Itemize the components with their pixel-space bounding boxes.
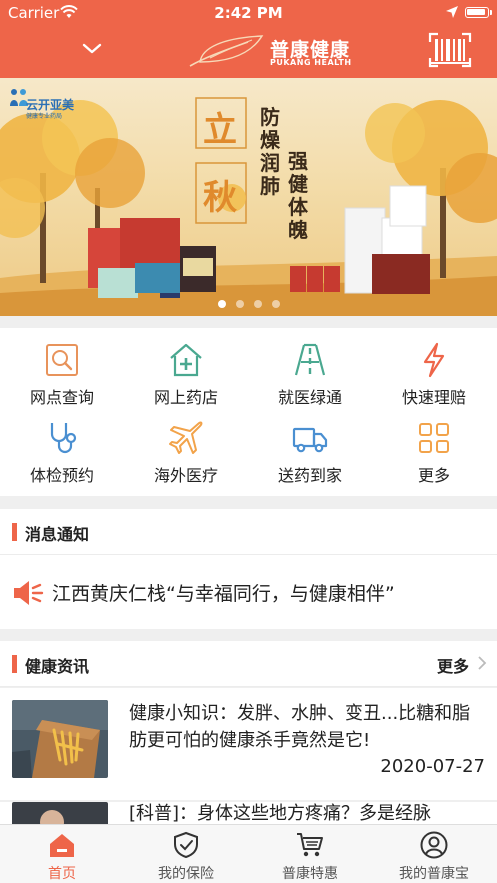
news-thumbnail: [12, 700, 108, 778]
truck-icon: [292, 427, 328, 453]
action-branch-query[interactable]: 网点查询: [0, 332, 124, 410]
action-label: 网上药店: [153, 388, 218, 407]
carousel-dot[interactable]: [235, 300, 244, 308]
banner-slogan-2: 强健体魄: [288, 149, 308, 242]
pharmacy-icon: [170, 343, 202, 377]
action-label: 送药到家: [277, 466, 342, 485]
battery-icon: [465, 7, 489, 18]
battery-cap: [490, 10, 492, 15]
news-section-title: 健康资讯: [25, 657, 90, 676]
action-label: 快速理赔: [401, 388, 466, 407]
tab-label: 我的普康宝: [399, 866, 469, 882]
action-medicine-delivery[interactable]: 送药到家: [248, 410, 372, 488]
news-item[interactable]: [科普]：身体这些地方疼痛？多是经脉: [0, 802, 497, 824]
chevron-down-icon[interactable]: [82, 40, 102, 58]
cart-icon: [297, 833, 323, 857]
section-accent-bar: [12, 523, 17, 541]
action-more[interactable]: 更多: [372, 410, 496, 488]
location-arrow-icon: [446, 6, 458, 18]
notice-section-header: 消息通知: [0, 509, 497, 555]
banner-logo-subtext: 健康专业药局: [26, 113, 63, 120]
brand-name-en: PuKang Health: [270, 58, 352, 67]
banner-theme-glyph: 立秋: [203, 110, 237, 218]
tab-label: 我的保险: [158, 866, 214, 882]
brand-leaf-logo: [189, 35, 264, 67]
tab-pukang-deals[interactable]: 普康特惠: [248, 825, 372, 883]
tab-home[interactable]: 首页: [0, 825, 124, 883]
tab-my-insurance[interactable]: 我的保险: [124, 825, 248, 883]
bottom-tab-bar: 首页 我的保险 普康特惠 我的普康宝: [0, 824, 497, 883]
lightning-icon: [423, 342, 445, 378]
barcode-scan-icon[interactable]: [428, 32, 472, 68]
carousel-dot[interactable]: [253, 300, 262, 308]
status-time: 2:42 PM: [214, 4, 283, 22]
news-headline: [科普]：身体这些地方疼痛？多是经脉: [129, 803, 432, 824]
quick-action-grid: 网点查询 网上药店 就医绿通 快速理赔 体检预约 海外医疗 送药到家 更多: [0, 328, 497, 496]
app-screen: Carrier 2:42 PM 普康健康 PuKang Health: [0, 0, 497, 883]
action-green-channel[interactable]: 就医绿通: [248, 332, 372, 410]
promo-banner[interactable]: 云开亚美 健康专业药局 立秋 防燥润肺 强健体魄: [0, 78, 497, 316]
news-thumbnail: [12, 802, 108, 824]
section-accent-bar: [12, 655, 17, 673]
action-label: 网点查询: [29, 388, 94, 407]
news-item[interactable]: 健康小知识：发胖、水肿、变丑...比糖和脂肪更可怕的健康杀手竟然是它! 2020…: [0, 688, 497, 800]
news-date: 2020-07-27: [380, 756, 485, 777]
action-quick-claim[interactable]: 快速理赔: [372, 332, 496, 410]
fries-image: [12, 700, 108, 778]
chevron-right-icon[interactable]: [477, 655, 487, 671]
stethoscope-icon: [50, 423, 77, 454]
user-icon: [420, 831, 448, 859]
grid-more-icon: [419, 423, 449, 453]
action-label: 海外医疗: [153, 466, 218, 485]
action-overseas-medical[interactable]: 海外医疗: [124, 410, 248, 488]
person-image: [12, 802, 108, 824]
action-online-pharmacy[interactable]: 网上药店: [124, 332, 248, 410]
notice-section-title: 消息通知: [25, 525, 90, 544]
news-more-link[interactable]: 更多: [437, 653, 469, 677]
carousel-dot[interactable]: [271, 300, 280, 308]
action-label: 就医绿通: [277, 388, 342, 407]
tab-label: 首页: [48, 866, 76, 882]
airplane-icon: [169, 421, 203, 454]
action-checkup-booking[interactable]: 体检预约: [0, 410, 124, 488]
notice-text: 江西黄庆仁栈“与幸福同行，与健康相伴”: [52, 583, 395, 605]
status-bar: Carrier 2:42 PM: [0, 0, 497, 26]
speaker-icon: [14, 581, 44, 605]
shield-check-icon: [174, 831, 198, 859]
tab-my-pukangbao[interactable]: 我的普康宝: [372, 825, 496, 883]
search-icon: [46, 344, 78, 376]
news-headline: 健康小知识：发胖、水肿、变丑...比糖和脂肪更可怕的健康杀手竟然是它!: [129, 703, 471, 751]
top-bar: Carrier 2:42 PM 普康健康 PuKang Health: [0, 0, 497, 78]
action-label: 更多: [417, 466, 450, 485]
carousel-dot[interactable]: [217, 300, 226, 308]
banner-slogan-1: 防燥润肺: [260, 105, 280, 198]
notice-banner[interactable]: 江西黄庆仁栈“与幸福同行，与健康相伴”: [0, 555, 497, 629]
tab-label: 普康特惠: [282, 866, 338, 882]
news-section-header: 健康资讯 更多: [0, 641, 497, 687]
carousel-indicator[interactable]: [0, 293, 497, 312]
home-icon: [50, 834, 74, 857]
action-label: 体检预约: [29, 466, 94, 485]
road-icon: [294, 343, 326, 376]
